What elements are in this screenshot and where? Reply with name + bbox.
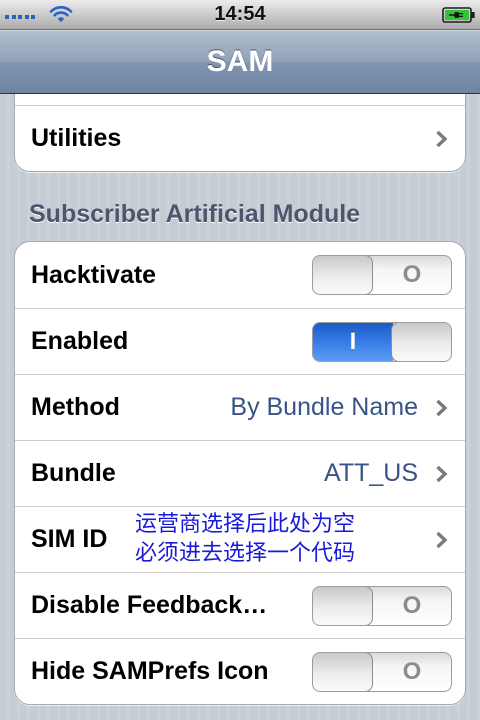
row-label: SIM ID	[31, 525, 108, 553]
row-hide-samprefs-icon: Hide SAMPrefs Icon I O	[15, 638, 465, 704]
annotation-text: 运营商选择后此处为空 必须进去选择一个代码	[120, 510, 370, 568]
annotation-line: 运营商选择后此处为空	[134, 512, 355, 537]
annotation-line: 必须进去选择一个代码	[134, 541, 355, 566]
row-method[interactable]: Method By Bundle Name	[15, 374, 465, 440]
switch-off-text: O	[402, 657, 422, 685]
row-disable-feedback: Disable Feedback… I O	[15, 572, 465, 638]
row-label: Hacktivate	[31, 260, 157, 289]
table-group-sam: Hacktivate I O Enabled I O Method By Bun…	[14, 241, 466, 705]
chevron-right-icon	[436, 399, 448, 416]
switch-off-text: O	[402, 261, 422, 288]
row-sim-id[interactable]: SIM ID 运营商选择后此处为空 必须进去选择一个代码	[15, 506, 465, 572]
row-label: Bundle	[31, 459, 116, 487]
switch-knob[interactable]	[313, 652, 373, 691]
switch-knob[interactable]	[313, 586, 373, 625]
row-enabled: Enabled I O	[15, 308, 465, 374]
section-header: Subscriber Artificial Module	[29, 200, 361, 228]
row-label: Enabled	[31, 327, 129, 355]
hide-samprefs-icon-switch[interactable]: I O	[312, 651, 452, 692]
row-label: Hide SAMPrefs Icon	[31, 657, 269, 685]
status-time: 14:54	[214, 3, 266, 25]
row-value: ATT_US	[324, 459, 418, 487]
switch-off-text: O	[402, 591, 422, 619]
status-bar: 14:54	[0, 0, 480, 30]
chevron-right-icon	[436, 465, 448, 482]
battery-charging-icon	[442, 7, 475, 23]
navigation-bar: SAM	[0, 30, 480, 94]
switch-knob[interactable]	[391, 322, 451, 361]
row-label: Utilities	[31, 124, 122, 152]
chevron-right-icon	[436, 531, 448, 548]
row-hacktivate: Hacktivate I O	[15, 242, 465, 308]
row-utilities[interactable]: Utilities	[15, 105, 465, 171]
switch-on-text: I	[313, 322, 393, 361]
row-label: Disable Feedback…	[31, 591, 268, 619]
disable-feedback-switch[interactable]: I O	[312, 585, 452, 626]
page-title: SAM	[206, 45, 274, 78]
row-bundle[interactable]: Bundle ATT_US	[15, 440, 465, 506]
settings-screen: 14:54 SAM Utilities Subscriber Artificia…	[0, 0, 480, 720]
row-value: By Bundle Name	[230, 393, 418, 421]
row-label: Method	[31, 393, 120, 421]
hacktivate-switch[interactable]: I O	[312, 255, 452, 295]
enabled-switch[interactable]: I O	[312, 321, 452, 362]
switch-knob[interactable]	[313, 256, 373, 294]
chevron-right-icon	[436, 130, 448, 147]
